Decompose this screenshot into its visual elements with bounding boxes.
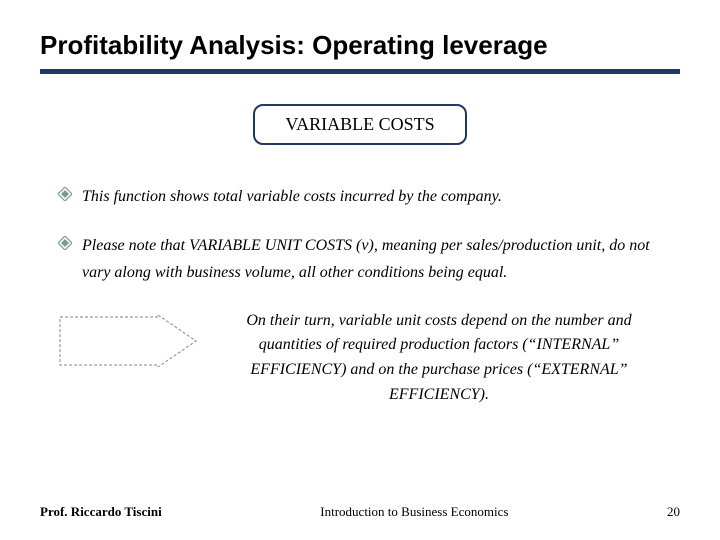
diamond-bullet-icon [58, 187, 72, 201]
title-rule [40, 69, 680, 74]
footer: Prof. Riccardo Tiscini Introduction to B… [0, 504, 720, 520]
arrow-icon [58, 315, 198, 367]
diamond-bullet-icon [58, 236, 72, 250]
bullet-text: This function shows total variable costs… [82, 183, 680, 210]
label-box-wrap: VARIABLE COSTS [40, 104, 680, 145]
arrow-row: On their turn, variable unit costs depen… [40, 309, 680, 408]
page-number: 20 [667, 504, 680, 520]
footer-author: Prof. Riccardo Tiscini [40, 504, 162, 520]
page-title: Profitability Analysis: Operating levera… [40, 30, 680, 61]
bullet-item: This function shows total variable costs… [58, 183, 680, 210]
footer-title: Introduction to Business Economics [162, 504, 667, 520]
slide: Profitability Analysis: Operating levera… [0, 0, 720, 540]
footer-row: Prof. Riccardo Tiscini Introduction to B… [40, 504, 680, 520]
paragraph: On their turn, variable unit costs depen… [198, 309, 680, 408]
arrow-graphic [40, 309, 198, 372]
bullet-item: Please note that VARIABLE UNIT COSTS (v)… [58, 232, 680, 286]
variable-costs-label: VARIABLE COSTS [253, 104, 466, 145]
bullet-text: Please note that VARIABLE UNIT COSTS (v)… [82, 232, 680, 286]
bullet-list: This function shows total variable costs… [40, 183, 680, 287]
